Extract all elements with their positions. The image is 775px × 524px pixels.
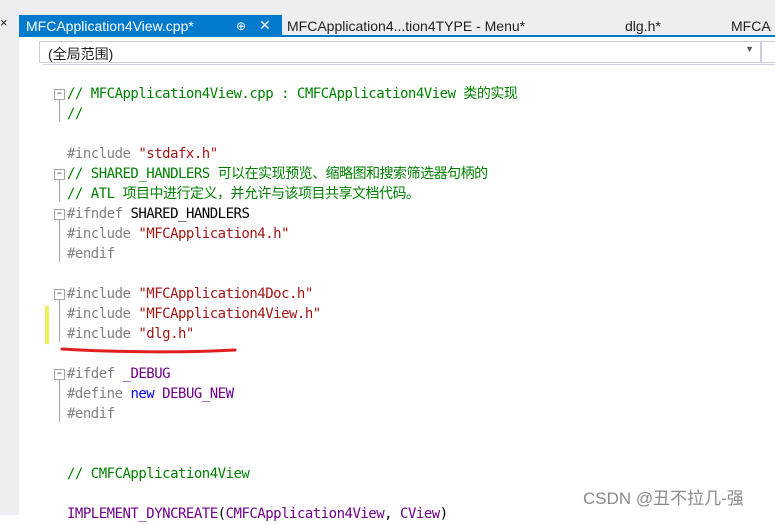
code-token: #endif <box>67 406 115 422</box>
code-token: #include <box>67 286 139 302</box>
code-token: #define <box>67 386 131 402</box>
code-token: new <box>130 386 163 402</box>
code-token: "MFCApplication4View.h" <box>138 306 321 322</box>
code-line[interactable]: #endif <box>67 244 115 264</box>
watermark: CSDN @丑不拉几-强 <box>583 489 744 508</box>
code-token: , <box>384 506 401 522</box>
code-line[interactable]: #ifndef SHARED_HANDLERS <box>67 204 250 224</box>
code-line[interactable]: IMPLEMENT_DYNCREATE(CMFCApplication4View… <box>67 504 448 524</box>
code-token: CView <box>400 506 440 522</box>
code-token: #include <box>67 306 139 322</box>
code-token: #endif <box>67 246 115 262</box>
code-line[interactable]: // <box>67 104 83 124</box>
annotation-underline <box>60 347 237 354</box>
code-line[interactable]: // MFCApplication4View.cpp : CMFCApplica… <box>67 84 518 104</box>
code-token: #include <box>67 226 139 242</box>
code-token: #include <box>67 146 139 162</box>
code-token: // ATL 项目中进行定义，并允许与该项目共享文档代码。 <box>67 186 420 202</box>
code-token: // CMFCApplication4View <box>67 466 250 482</box>
code-token: "MFCApplication4Doc.h" <box>138 286 313 302</box>
code-token: #ifndef <box>67 206 131 222</box>
code-line[interactable]: // SHARED_HANDLERS 可以在实现预览、缩略图和搜索筛选器句柄的 <box>67 164 488 184</box>
code-token: CMFCApplication4View <box>225 506 385 522</box>
code-line[interactable]: #include "MFCApplication4.h" <box>67 224 290 244</box>
code-token: // <box>67 106 83 122</box>
code-token: DEBUG_NEW <box>162 386 234 402</box>
code-token: SHARED_HANDLERS <box>130 206 250 222</box>
code-line[interactable]: #include "MFCApplication4View.h" <box>67 304 321 324</box>
code-line[interactable]: // ATL 项目中进行定义，并允许与该项目共享文档代码。 <box>67 184 420 204</box>
code-line[interactable]: #define new DEBUG_NEW <box>67 384 234 404</box>
code-token: #include <box>67 326 139 342</box>
code-token: "stdafx.h" <box>138 146 218 162</box>
code-token: ( <box>217 506 226 522</box>
code-token: _DEBUG <box>122 366 171 382</box>
code-line[interactable]: #include "dlg.h" <box>67 324 194 344</box>
code-token: #ifdef <box>67 366 123 382</box>
code-token: // MFCApplication4View.cpp : CMFCApplica… <box>67 86 518 102</box>
code-token: ) <box>439 506 448 522</box>
code-line[interactable]: #ifdef _DEBUG <box>67 364 171 384</box>
code-token: IMPLEMENT_DYNCREATE <box>67 506 218 522</box>
code-editor[interactable]: − − − − − // MFCApplication4View.cpp : C… <box>0 0 775 522</box>
code-line[interactable]: #endif <box>67 404 115 424</box>
code-line[interactable]: #include "MFCApplication4Doc.h" <box>67 284 313 304</box>
code-token: // SHARED_HANDLERS 可以在实现预览、缩略图和搜索筛选器句柄的 <box>67 166 488 182</box>
code-line[interactable]: // CMFCApplication4View <box>67 464 250 484</box>
code-token: "MFCApplication4.h" <box>138 226 290 242</box>
code-line[interactable]: #include "stdafx.h" <box>67 144 218 164</box>
code-token: "dlg.h" <box>138 326 194 342</box>
